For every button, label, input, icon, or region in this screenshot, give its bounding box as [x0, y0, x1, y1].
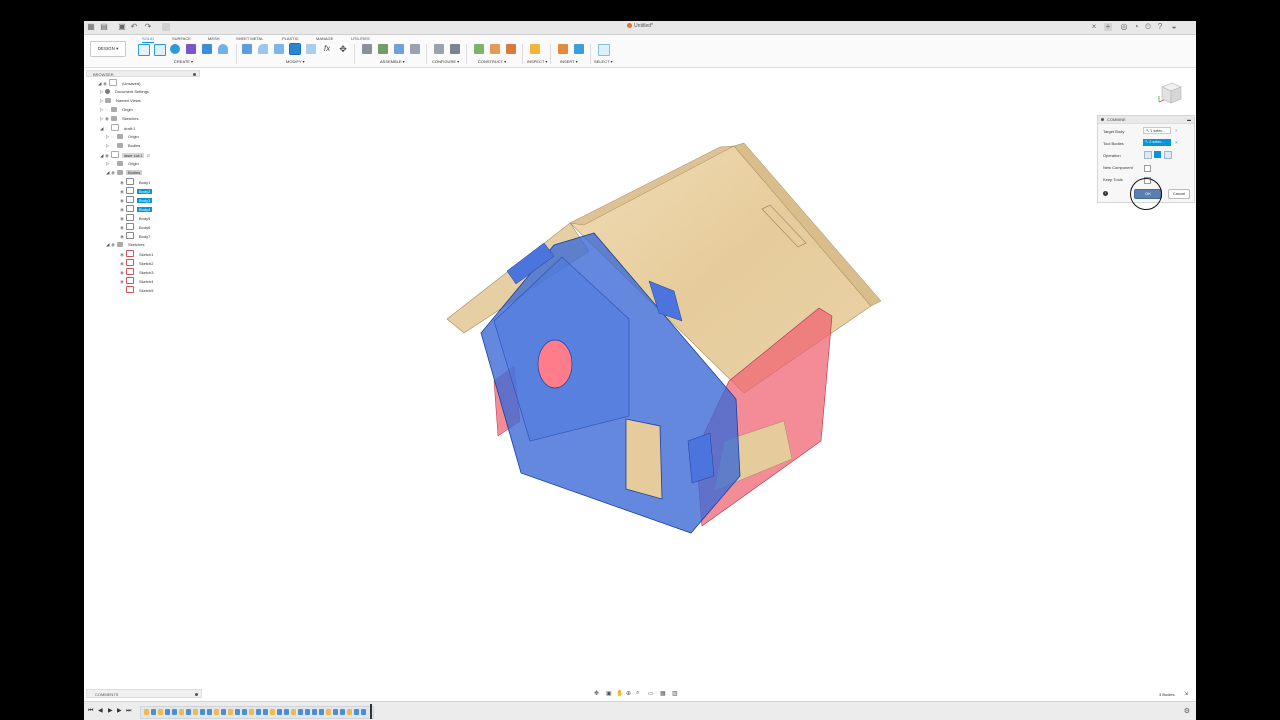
timeline-feature[interactable]: [270, 709, 275, 715]
timeline-feature[interactable]: [158, 709, 163, 715]
target-body-label: Target Body: [1103, 129, 1125, 134]
timeline-feature[interactable]: [263, 709, 268, 715]
timeline-feature[interactable]: [186, 709, 191, 715]
timeline-feature[interactable]: [179, 709, 184, 715]
timeline-feature[interactable]: [291, 709, 296, 715]
timeline-feature[interactable]: [319, 709, 324, 715]
timeline-feature[interactable]: [172, 709, 177, 715]
new-component-checkbox[interactable]: [1144, 165, 1151, 172]
look-at-icon[interactable]: ▣: [606, 690, 612, 697]
timeline-feature[interactable]: [256, 709, 261, 715]
grid-settings-icon[interactable]: ▦: [660, 690, 666, 697]
pan-icon[interactable]: ✋: [616, 690, 623, 697]
timeline-feature[interactable]: [242, 709, 247, 715]
timeline-feature[interactable]: [144, 709, 149, 715]
go-to-end-icon[interactable]: ⏭: [126, 708, 131, 714]
tool-bodies-selector[interactable]: ↖ 2 selec...: [1143, 139, 1171, 146]
timeline-feature[interactable]: [340, 709, 345, 715]
timeline-feature[interactable]: [305, 709, 310, 715]
timeline-feature[interactable]: [151, 709, 156, 715]
timeline-feature[interactable]: [333, 709, 338, 715]
timeline-feature[interactable]: [249, 709, 254, 715]
clear-tools-icon[interactable]: ×: [1175, 140, 1178, 145]
keep-tools-label: Keep Tools: [1103, 177, 1123, 182]
timeline-feature[interactable]: [298, 709, 303, 715]
go-to-start-icon[interactable]: ⏮: [88, 708, 93, 714]
play-icon[interactable]: ▶: [108, 708, 113, 714]
timeline-feature[interactable]: [354, 709, 359, 715]
timeline-feature[interactable]: [193, 709, 198, 715]
window-opening[interactable]: [625, 418, 663, 500]
timeline-feature[interactable]: [200, 709, 205, 715]
entrance-hole[interactable]: [537, 339, 573, 389]
target-body-selector[interactable]: ↖ 1 selec...: [1143, 127, 1171, 134]
viewports-icon[interactable]: ▥: [672, 690, 678, 697]
fit-icon[interactable]: ⌕: [636, 690, 639, 697]
timeline-feature[interactable]: [235, 709, 240, 715]
timeline-bar: ⏮ ◀ ▶ ▶ ⏭ ⚙: [84, 701, 1196, 720]
timeline-feature[interactable]: [361, 709, 366, 715]
cancel-button[interactable]: Cancel: [1168, 189, 1190, 199]
cursor-select-icon: ↖: [1146, 129, 1150, 133]
timeline-feature[interactable]: [207, 709, 212, 715]
zoom-icon[interactable]: ⊕: [626, 690, 631, 697]
orbit-icon[interactable]: ✥: [594, 690, 599, 697]
step-forward-icon[interactable]: ▶: [117, 708, 122, 714]
viewport-canvas[interactable]: [84, 21, 1196, 720]
info-icon[interactable]: i: [1103, 191, 1108, 196]
timeline-feature[interactable]: [326, 709, 331, 715]
collapse-dialog-icon[interactable]: [1101, 118, 1104, 121]
timeline-feature[interactable]: [214, 709, 219, 715]
timeline-feature[interactable]: [228, 709, 233, 715]
operation-label: Operation: [1103, 153, 1121, 158]
timeline-marker[interactable]: [370, 704, 372, 719]
timeline-feature[interactable]: [277, 709, 282, 715]
viewcube[interactable]: [1156, 78, 1184, 106]
navigation-toolbar: ✥ ▣ ✋ ⊕ ⌕ ▭ ▦ ▥: [594, 689, 689, 698]
combine-dialog-header: COMBINE ▬: [1098, 116, 1194, 124]
timeline-feature[interactable]: [165, 709, 170, 715]
timeline-feature[interactable]: [284, 709, 289, 715]
front-wall-tab-bottom[interactable]: [687, 432, 715, 484]
display-settings-icon[interactable]: ▭: [648, 690, 654, 697]
tool-bodies-label: Tool Bodies: [1103, 141, 1124, 146]
mouse-cursor-highlight: [1130, 178, 1162, 210]
timeline-feature[interactable]: [347, 709, 352, 715]
selection-filter-icon[interactable]: ⇲: [1184, 691, 1188, 697]
intersect-operation-icon[interactable]: [1164, 151, 1172, 159]
cursor-select-icon: ↖: [1145, 140, 1149, 144]
timeline-settings-gear-icon[interactable]: ⚙: [1184, 707, 1190, 715]
join-operation-icon[interactable]: [1144, 151, 1152, 159]
clear-target-icon[interactable]: ×: [1175, 128, 1178, 133]
selection-status: 3 Bodies: [1159, 692, 1175, 697]
comments-panel[interactable]: COMMENTS: [86, 689, 202, 698]
new-component-label: New Component: [1103, 165, 1133, 170]
timeline-feature[interactable]: [312, 709, 317, 715]
timeline-feature[interactable]: [221, 709, 226, 715]
birdhouse-model[interactable]: [446, 142, 882, 534]
cut-operation-icon[interactable]: [1154, 151, 1161, 158]
comments-pin-icon[interactable]: [195, 693, 198, 696]
expand-dialog-icon[interactable]: ▬: [1187, 118, 1191, 122]
fusion-app-window: ▦ ▤ ▣ ↶ ↷ Untitled* × + ◎ ◔ ⏲ ? ◒ DESIGN…: [84, 21, 1196, 720]
step-back-icon[interactable]: ◀: [98, 708, 103, 714]
timeline-track[interactable]: [140, 706, 374, 719]
